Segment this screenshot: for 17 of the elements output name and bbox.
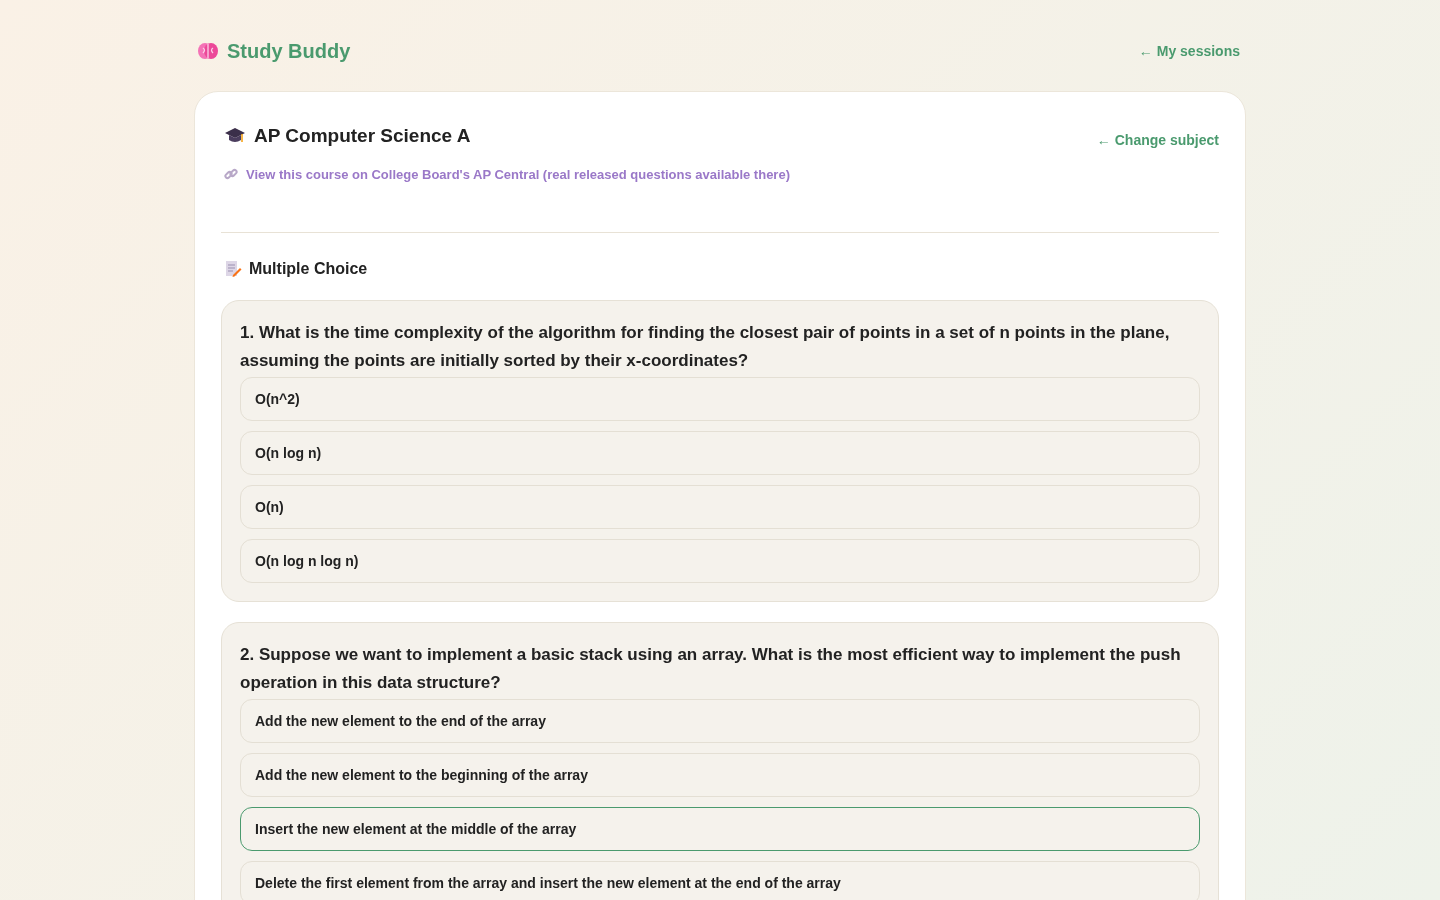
answer-option[interactable]: O(n) [240, 485, 1200, 529]
brain-icon [197, 41, 219, 61]
answer-option[interactable]: Insert the new element at the middle of the array [240, 807, 1200, 851]
section-title: Multiple Choice [249, 259, 368, 279]
answer-option[interactable]: O(n log n log n) [240, 539, 1200, 583]
question-text: 2. Suppose we want to implement a basic stack using an array. What is the most efficient way to implement the push operation in this data structure? [240, 644, 1182, 694]
brand-name: Study Buddy [227, 39, 351, 64]
answer-option[interactable]: Delete the first element from the array and insert the new element at the end of the array [240, 861, 1200, 900]
answer-option[interactable]: Add the new element to the end of the array [240, 699, 1200, 743]
answer-option[interactable]: O(n log n) [240, 431, 1200, 475]
answer-option[interactable]: Add the new element to the beginning of the array [240, 753, 1200, 797]
question-text: 1. What is the time complexity of the algorithm for finding the closest pair of points in a set of n points in the plane, assuming the points are initially sorted by their x-coordinates? [240, 322, 1171, 372]
ap-central-link[interactable]: View this course on College Board's AP Central (real released questions available there) [246, 164, 790, 184]
course-title: AP Computer Science A [254, 124, 471, 148]
memo-icon [224, 260, 242, 278]
answer-option[interactable]: O(n^2) [240, 377, 1200, 421]
link-icon [224, 167, 238, 182]
